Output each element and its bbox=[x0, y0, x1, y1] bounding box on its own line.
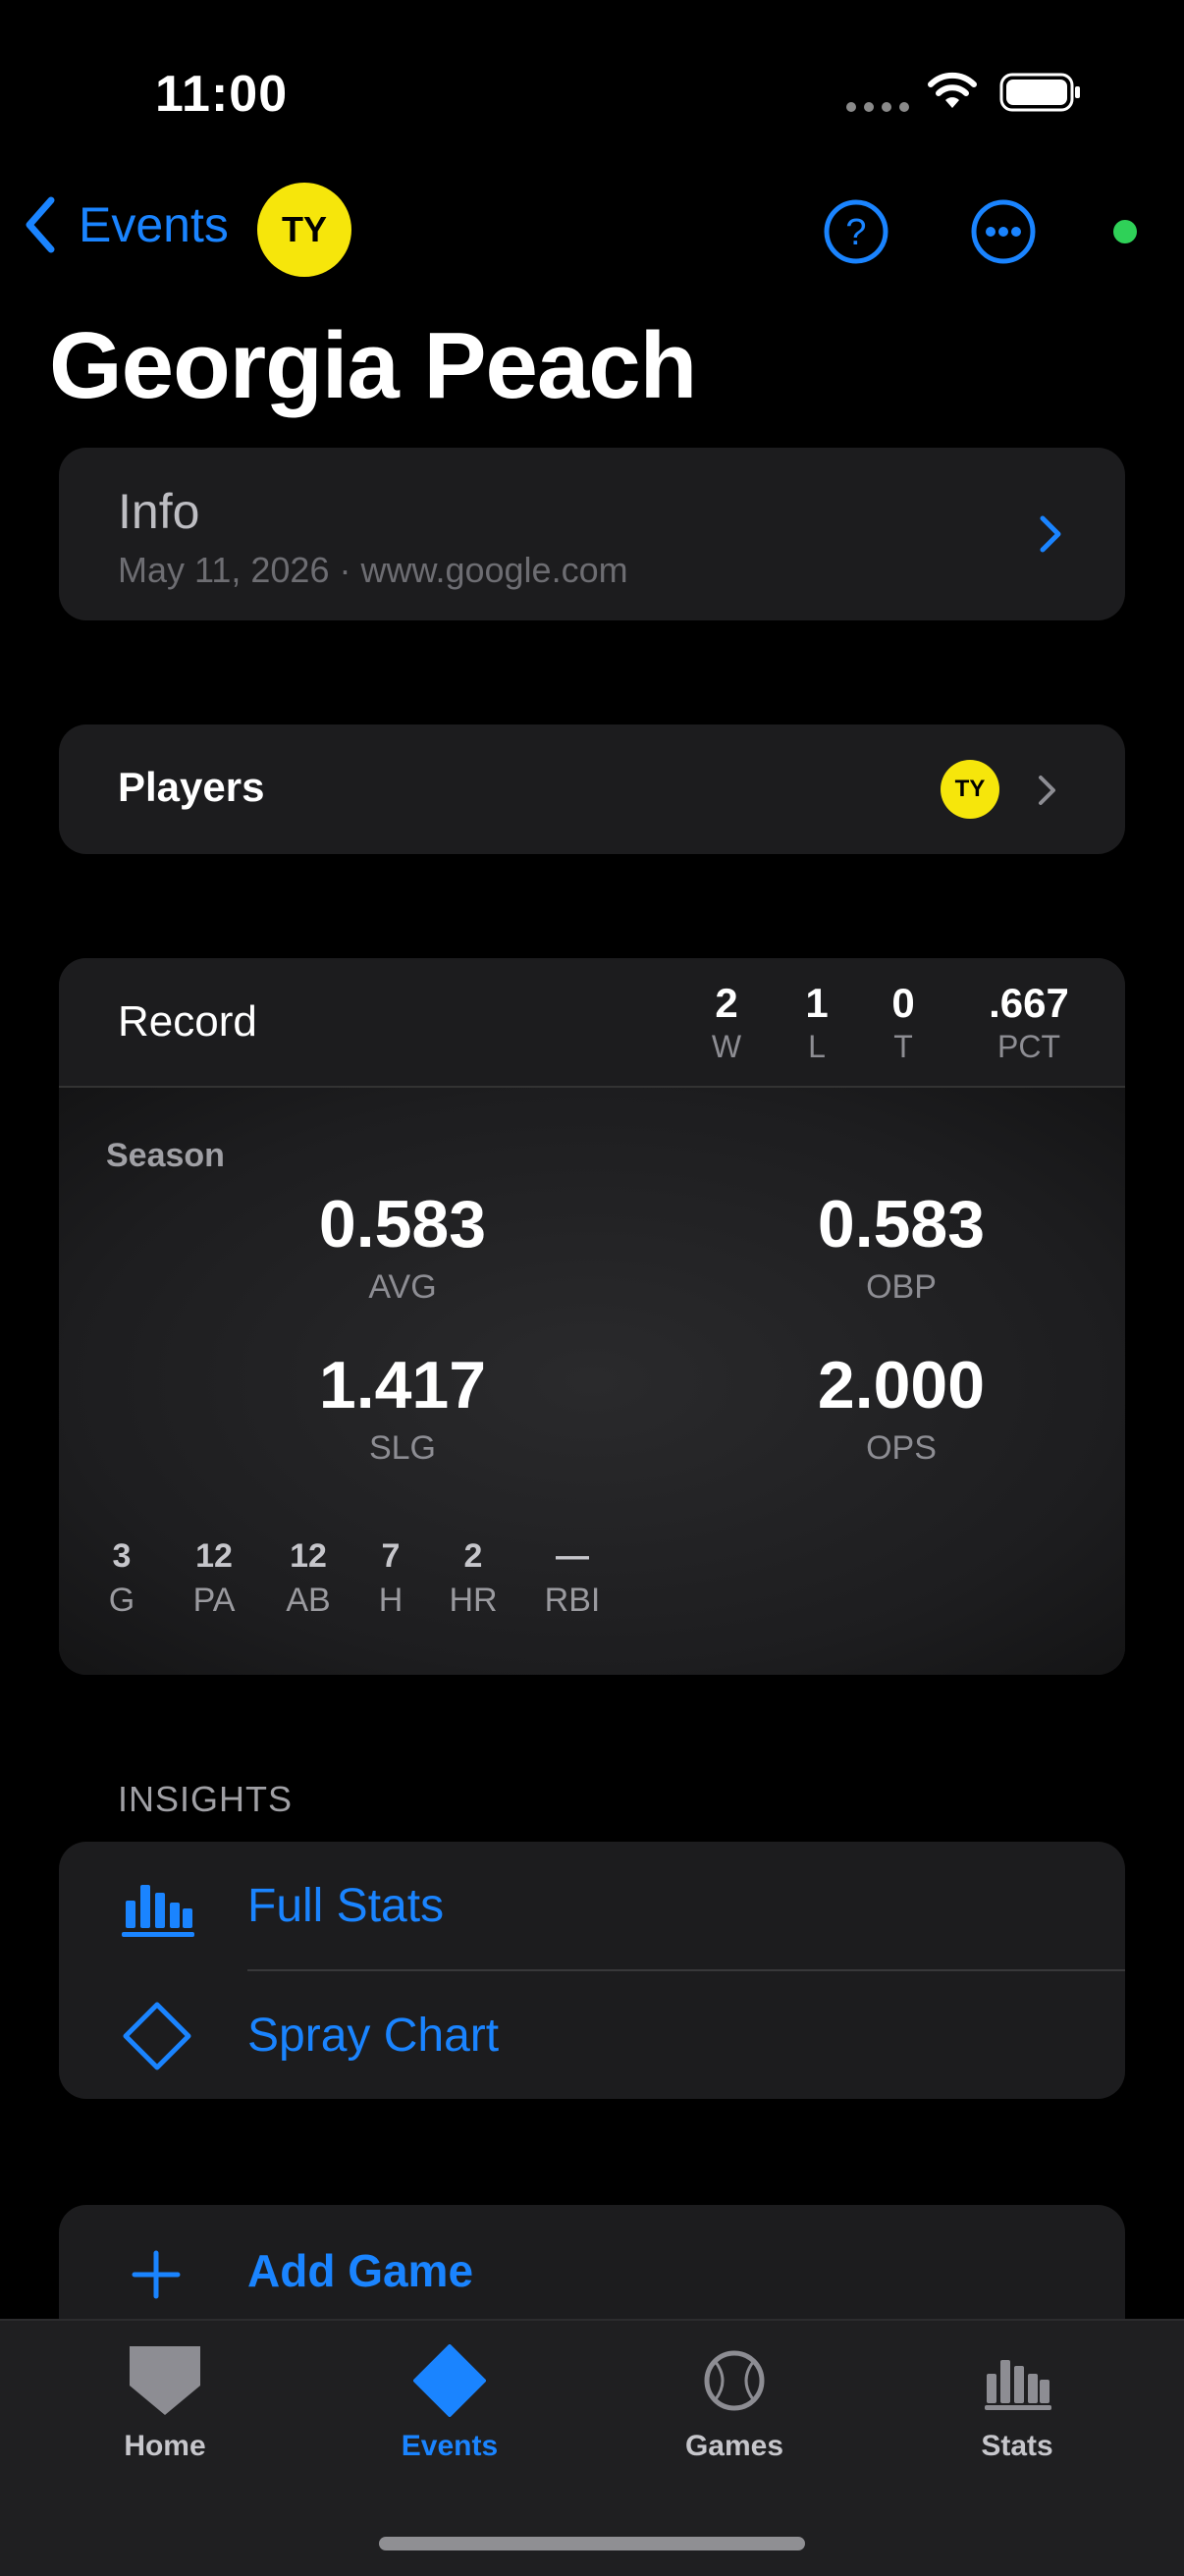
info-card[interactable]: Info May 11, 2026 · www.google.com bbox=[59, 448, 1125, 620]
record-pct: .667 PCT bbox=[989, 980, 1069, 1064]
spray-chart-row[interactable]: Spray Chart bbox=[59, 1971, 1125, 2099]
help-icon[interactable]: ? bbox=[823, 198, 889, 265]
players-label: Players bbox=[118, 764, 265, 810]
stat-ops: 2.000 OPS bbox=[817, 1348, 986, 1467]
stat-games: 3G bbox=[108, 1537, 135, 1619]
full-stats-label: Full Stats bbox=[247, 1880, 445, 1932]
chevron-right-icon bbox=[1040, 515, 1061, 553]
chevron-right-icon bbox=[1039, 776, 1055, 805]
record-card: Record 2 W 1 L 0 T .667 PCT Season 0.583… bbox=[59, 958, 1125, 1675]
spray-chart-label: Spray Chart bbox=[247, 2010, 500, 2062]
svg-text:?: ? bbox=[845, 212, 866, 253]
insights-card: Full Stats Spray Chart bbox=[59, 1842, 1125, 2099]
insights-section-header: INSIGHTS bbox=[118, 1779, 294, 1819]
record-wins: 2 W bbox=[711, 980, 742, 1064]
baseball-icon bbox=[704, 2350, 765, 2411]
avatar[interactable]: TY bbox=[257, 183, 351, 277]
stat-hr: 2 HR bbox=[449, 1537, 498, 1619]
bar-chart-icon bbox=[122, 1885, 194, 1937]
page-title: Georgia Peach bbox=[49, 313, 697, 418]
cellular-signal-icon bbox=[846, 102, 909, 112]
info-title: Info bbox=[118, 484, 200, 539]
wifi-icon bbox=[928, 72, 977, 108]
add-game-label: Add Game bbox=[247, 2245, 474, 2296]
bar-chart-icon bbox=[985, 2360, 1051, 2410]
diamond-icon bbox=[123, 2002, 191, 2070]
back-button-label: Events bbox=[79, 197, 229, 252]
battery-icon bbox=[999, 73, 1080, 112]
players-card[interactable]: Players TY bbox=[59, 724, 1125, 854]
stat-avg: 0.583 AVG bbox=[318, 1187, 487, 1306]
status-time: 11:00 bbox=[155, 66, 289, 123]
counting-stats-row: 3G 12 PA 12 AB 7H 2 HR — RBI bbox=[92, 1537, 607, 1620]
season-stats: Season 0.583 AVG 0.583 OBP 1.417 SLG 2.0… bbox=[59, 1088, 1125, 1675]
more-options-icon[interactable] bbox=[970, 198, 1037, 265]
back-button[interactable]: Events bbox=[24, 196, 229, 253]
online-status-dot bbox=[1113, 220, 1137, 243]
home-plate-icon bbox=[130, 2346, 200, 2415]
stat-obp: 0.583 OBP bbox=[817, 1187, 986, 1306]
chevron-left-icon bbox=[26, 196, 55, 253]
record-losses: 1 L bbox=[805, 980, 829, 1064]
stat-hits: 7H bbox=[378, 1537, 404, 1619]
tab-home[interactable]: Home bbox=[67, 2344, 263, 2463]
tab-stats[interactable]: Stats bbox=[919, 2344, 1115, 2463]
stat-ab: 12 AB bbox=[286, 1537, 331, 1619]
tab-events[interactable]: Events bbox=[351, 2344, 548, 2463]
diamond-filled-icon bbox=[413, 2344, 486, 2417]
info-subtitle: May 11, 2026 · www.google.com bbox=[118, 550, 628, 590]
stat-rbi: — RBI bbox=[544, 1537, 601, 1619]
stat-pa: 12 PA bbox=[192, 1537, 236, 1619]
home-indicator bbox=[379, 2537, 805, 2550]
plus-icon bbox=[132, 2250, 181, 2299]
season-label: Season bbox=[106, 1137, 225, 1174]
stat-slg: 1.417 SLG bbox=[318, 1348, 487, 1467]
record-header: Record 2 W 1 L 0 T .667 PCT bbox=[59, 958, 1125, 1088]
tab-games[interactable]: Games bbox=[636, 2344, 833, 2463]
player-avatar: TY bbox=[941, 760, 999, 819]
record-ties: 0 T bbox=[891, 980, 915, 1064]
full-stats-row[interactable]: Full Stats bbox=[59, 1842, 1125, 1969]
record-label: Record bbox=[118, 997, 257, 1046]
